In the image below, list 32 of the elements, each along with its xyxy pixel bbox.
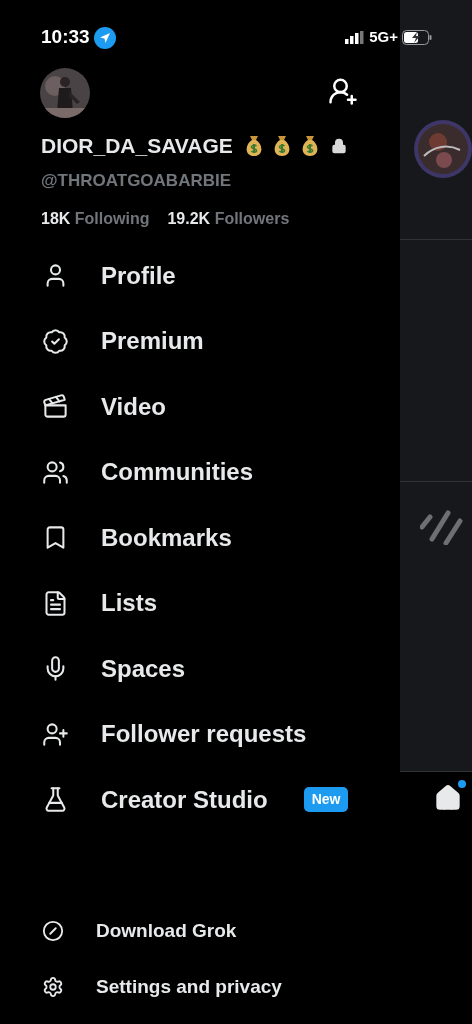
people-icon: [42, 458, 69, 486]
document-icon: [42, 589, 69, 617]
location-icon: [93, 26, 116, 49]
flask-icon: [42, 786, 69, 814]
add-account-icon[interactable]: [328, 76, 358, 106]
menu-item[interactable]: Lists: [0, 570, 400, 636]
badge-check-icon: [42, 327, 69, 355]
signal-icon: [345, 31, 366, 44]
status-time: 10:33: [41, 25, 90, 50]
menu-item[interactable]: Follower requests: [0, 701, 400, 767]
menu-item[interactable]: Bookmarks: [0, 505, 400, 571]
display-name: DIOR_DA_SAVAGE: [41, 133, 233, 159]
menu-item[interactable]: Creator Studio New: [0, 767, 400, 833]
battery-icon: [402, 30, 432, 45]
settings-icon: [42, 976, 64, 998]
menu-item[interactable]: Video: [0, 374, 400, 440]
slashes-icon: [420, 508, 464, 545]
following-link[interactable]: 18K Following: [41, 207, 150, 231]
slashed-circle-icon: [42, 920, 64, 942]
home-icon[interactable]: [434, 783, 462, 812]
network-type: 5G+: [369, 27, 398, 48]
menu-item[interactable]: Profile: [0, 243, 400, 309]
menu-item[interactable]: Communities: [0, 439, 400, 505]
handle: @THROATGOABARBIE: [40, 169, 232, 192]
person-plus-icon: [42, 720, 69, 748]
menu-item[interactable]: Settings and privacy: [0, 959, 400, 1015]
followers-link[interactable]: 19.2K Followers: [167, 207, 290, 231]
menu-item[interactable]: Premium: [0, 308, 400, 374]
new-badge: New: [303, 787, 349, 813]
menu-item[interactable]: Spaces: [0, 636, 400, 702]
clapperboard-icon: [42, 393, 69, 421]
menu-item[interactable]: Download Grok: [0, 903, 400, 959]
